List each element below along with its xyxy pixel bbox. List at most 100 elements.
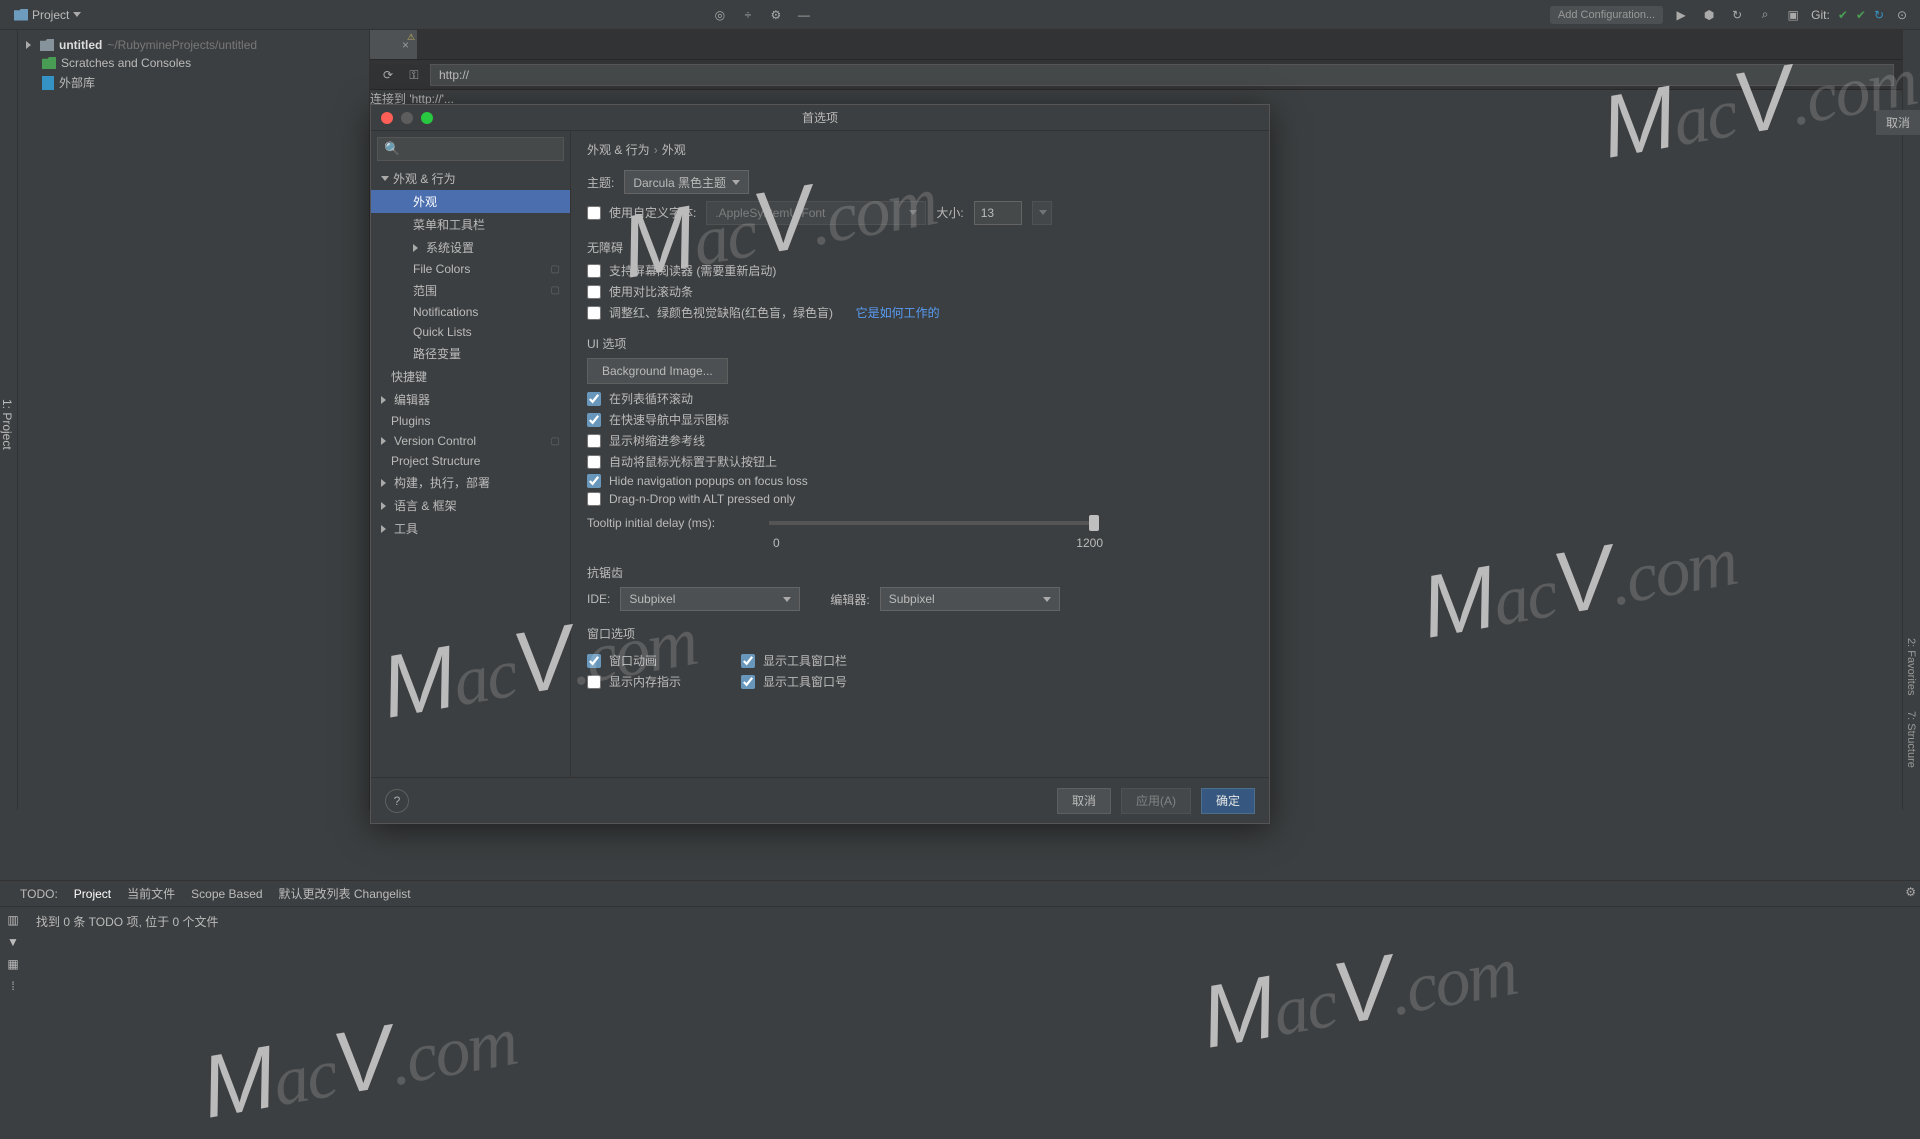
git-push-icon[interactable]: ✔: [1856, 8, 1866, 22]
background-image-button[interactable]: Background Image...: [587, 358, 728, 384]
git-label: Git:: [1811, 8, 1830, 22]
mouse-default-checkbox[interactable]: 自动将鼠标光标置于默认按钮上: [587, 453, 1253, 470]
pane-icon[interactable]: ▣: [1783, 5, 1803, 25]
expand-icon: [381, 176, 389, 181]
tooltip-delay-slider[interactable]: [769, 521, 1099, 525]
expand-icon: [413, 244, 418, 252]
todo-panel: TODO: Project 当前文件 Scope Based 默认更改列表 Ch…: [0, 880, 1920, 1080]
cat-appearance-behavior[interactable]: 外观 & 行为: [371, 167, 570, 190]
minimize-window-icon[interactable]: [401, 112, 413, 124]
todo-tab-changelist[interactable]: 默认更改列表 Changelist: [279, 885, 411, 902]
filter-icon[interactable]: ▼: [7, 935, 19, 949]
project-tool-tab[interactable]: 1: Project: [0, 399, 14, 450]
lock-icon[interactable]: ⚿: [404, 65, 424, 85]
expand-icon[interactable]: [26, 41, 31, 49]
cat-appearance[interactable]: 外观: [371, 190, 570, 213]
run-icon[interactable]: ▶: [1671, 5, 1691, 25]
stop-icon[interactable]: ↻: [1727, 5, 1747, 25]
close-window-icon[interactable]: [381, 112, 393, 124]
scope-icon: ▢: [551, 264, 560, 275]
structure-tab[interactable]: 7: Structure: [1903, 703, 1919, 776]
contrast-scroll-checkbox[interactable]: 使用对比滚动条: [587, 283, 1253, 300]
git-update-icon[interactable]: ↻: [1874, 8, 1884, 22]
color-deficiency-checkbox[interactable]: 调整红、绿颜色视觉缺陷(红色盲，绿色盲) 它是如何工作的: [587, 304, 1253, 321]
editor-tab[interactable]: ⚠ ×: [370, 30, 418, 59]
gear-icon[interactable]: ⚙: [766, 5, 786, 25]
url-input[interactable]: [430, 64, 1894, 86]
show-mem-checkbox[interactable]: 显示内存指示: [587, 673, 681, 690]
cat-keymap[interactable]: 快捷键: [371, 365, 570, 388]
todo-tab-project[interactable]: Project: [74, 887, 111, 901]
editor-aa-combo[interactable]: Subpixel: [880, 587, 1060, 611]
settings-icon[interactable]: ⁞: [11, 979, 14, 993]
ide-aa-combo[interactable]: Subpixel: [620, 587, 800, 611]
cat-tools[interactable]: 工具: [371, 517, 570, 540]
settings-search-input[interactable]: [404, 142, 559, 156]
cat-proj-struct[interactable]: Project Structure: [371, 451, 570, 471]
settings-content: 外观 & 行为›外观 主题: Darcula 黑色主题 使用自定义字体: .Ap…: [571, 131, 1269, 777]
window-anim-checkbox[interactable]: 窗口动画: [587, 652, 681, 669]
git-show-icon[interactable]: ⊙: [1892, 5, 1912, 25]
font-size-input: [974, 201, 1022, 225]
todo-tab-current[interactable]: 当前文件: [127, 885, 175, 902]
todo-tab-scope[interactable]: Scope Based: [191, 887, 262, 901]
how-it-works-link[interactable]: 它是如何工作的: [856, 304, 940, 321]
dialog-title: 首选项: [802, 109, 838, 126]
cat-system[interactable]: 系统设置: [371, 236, 570, 259]
git-commit-icon[interactable]: ✔: [1838, 8, 1848, 22]
divide-icon[interactable]: ÷: [738, 5, 758, 25]
favorites-tab[interactable]: 2: Favorites: [1903, 630, 1919, 703]
expand-all-icon[interactable]: ▥: [7, 913, 18, 927]
todo-tabs: TODO: Project 当前文件 Scope Based 默认更改列表 Ch…: [0, 881, 1920, 907]
cat-vcs[interactable]: Version Control▢: [371, 431, 570, 451]
slider-thumb[interactable]: [1089, 515, 1099, 531]
custom-font-checkbox[interactable]: 使用自定义字体:: [587, 204, 696, 221]
cancel-button[interactable]: 取消: [1057, 788, 1111, 814]
cat-notifications[interactable]: Notifications: [371, 302, 570, 322]
cat-file-colors[interactable]: File Colors▢: [371, 259, 570, 279]
screen-reader-checkbox[interactable]: 支持屏幕阅读器 (需要重新启动): [587, 262, 1253, 279]
expand-icon: [381, 525, 386, 533]
find-icon[interactable]: ⌕: [1755, 5, 1775, 25]
project-dropdown[interactable]: Project: [8, 6, 87, 24]
theme-combo[interactable]: Darcula 黑色主题: [624, 170, 749, 194]
chevron-down-icon: [732, 180, 740, 185]
zoom-window-icon[interactable]: [421, 112, 433, 124]
apply-button[interactable]: 应用(A): [1121, 788, 1191, 814]
project-root-row[interactable]: untitled ~/RubymineProjects/untitled: [26, 36, 361, 54]
scope-icon: ▢: [551, 285, 560, 296]
target-icon[interactable]: ◎: [710, 5, 730, 25]
group-icon[interactable]: ▦: [7, 957, 18, 971]
ok-button[interactable]: 确定: [1201, 788, 1255, 814]
tree-indent-checkbox[interactable]: 显示树缩进参考线: [587, 432, 1253, 449]
dnd-alt-checkbox[interactable]: Drag-n-Drop with ALT pressed only: [587, 492, 1253, 506]
cancel-button-top[interactable]: 取消: [1876, 110, 1920, 135]
left-tool-stripe[interactable]: 1: Project: [0, 30, 18, 810]
debug-icon[interactable]: ⬢: [1699, 5, 1719, 25]
hide-popups-checkbox[interactable]: Hide navigation popups on focus loss: [587, 474, 1253, 488]
cat-path-vars[interactable]: 路径变量: [371, 342, 570, 365]
show-tool-num-checkbox[interactable]: 显示工具窗口号: [741, 673, 847, 690]
quick-nav-icons-checkbox[interactable]: 在快速导航中显示图标: [587, 411, 1253, 428]
show-tool-bar-checkbox[interactable]: 显示工具窗口栏: [741, 652, 847, 669]
cat-plugins[interactable]: Plugins: [371, 411, 570, 431]
cat-build[interactable]: 构建，执行，部署: [371, 471, 570, 494]
cat-quick-lists[interactable]: Quick Lists: [371, 322, 570, 342]
cat-menus[interactable]: 菜单和工具栏: [371, 213, 570, 236]
todo-result-message: 找到 0 条 TODO 项, 位于 0 个文件: [26, 907, 228, 999]
add-configuration-button[interactable]: Add Configuration...: [1550, 6, 1663, 24]
external-lib-row[interactable]: 外部库: [42, 72, 361, 93]
help-button[interactable]: ?: [385, 789, 409, 813]
minimize-icon[interactable]: —: [794, 5, 814, 25]
folder-icon: [40, 39, 54, 51]
cat-editor[interactable]: 编辑器: [371, 388, 570, 411]
reload-icon[interactable]: ⟳: [378, 65, 398, 85]
scratches-row[interactable]: Scratches and Consoles: [42, 54, 361, 72]
slider-min: 0: [773, 536, 780, 550]
cat-scopes[interactable]: 范围▢: [371, 279, 570, 302]
cyclic-scroll-checkbox[interactable]: 在列表循环滚动: [587, 390, 1253, 407]
gear-icon[interactable]: ⚙: [1905, 885, 1916, 899]
settings-search[interactable]: 🔍: [377, 137, 564, 161]
ide-aa-label: IDE:: [587, 592, 610, 606]
cat-lang[interactable]: 语言 & 框架: [371, 494, 570, 517]
